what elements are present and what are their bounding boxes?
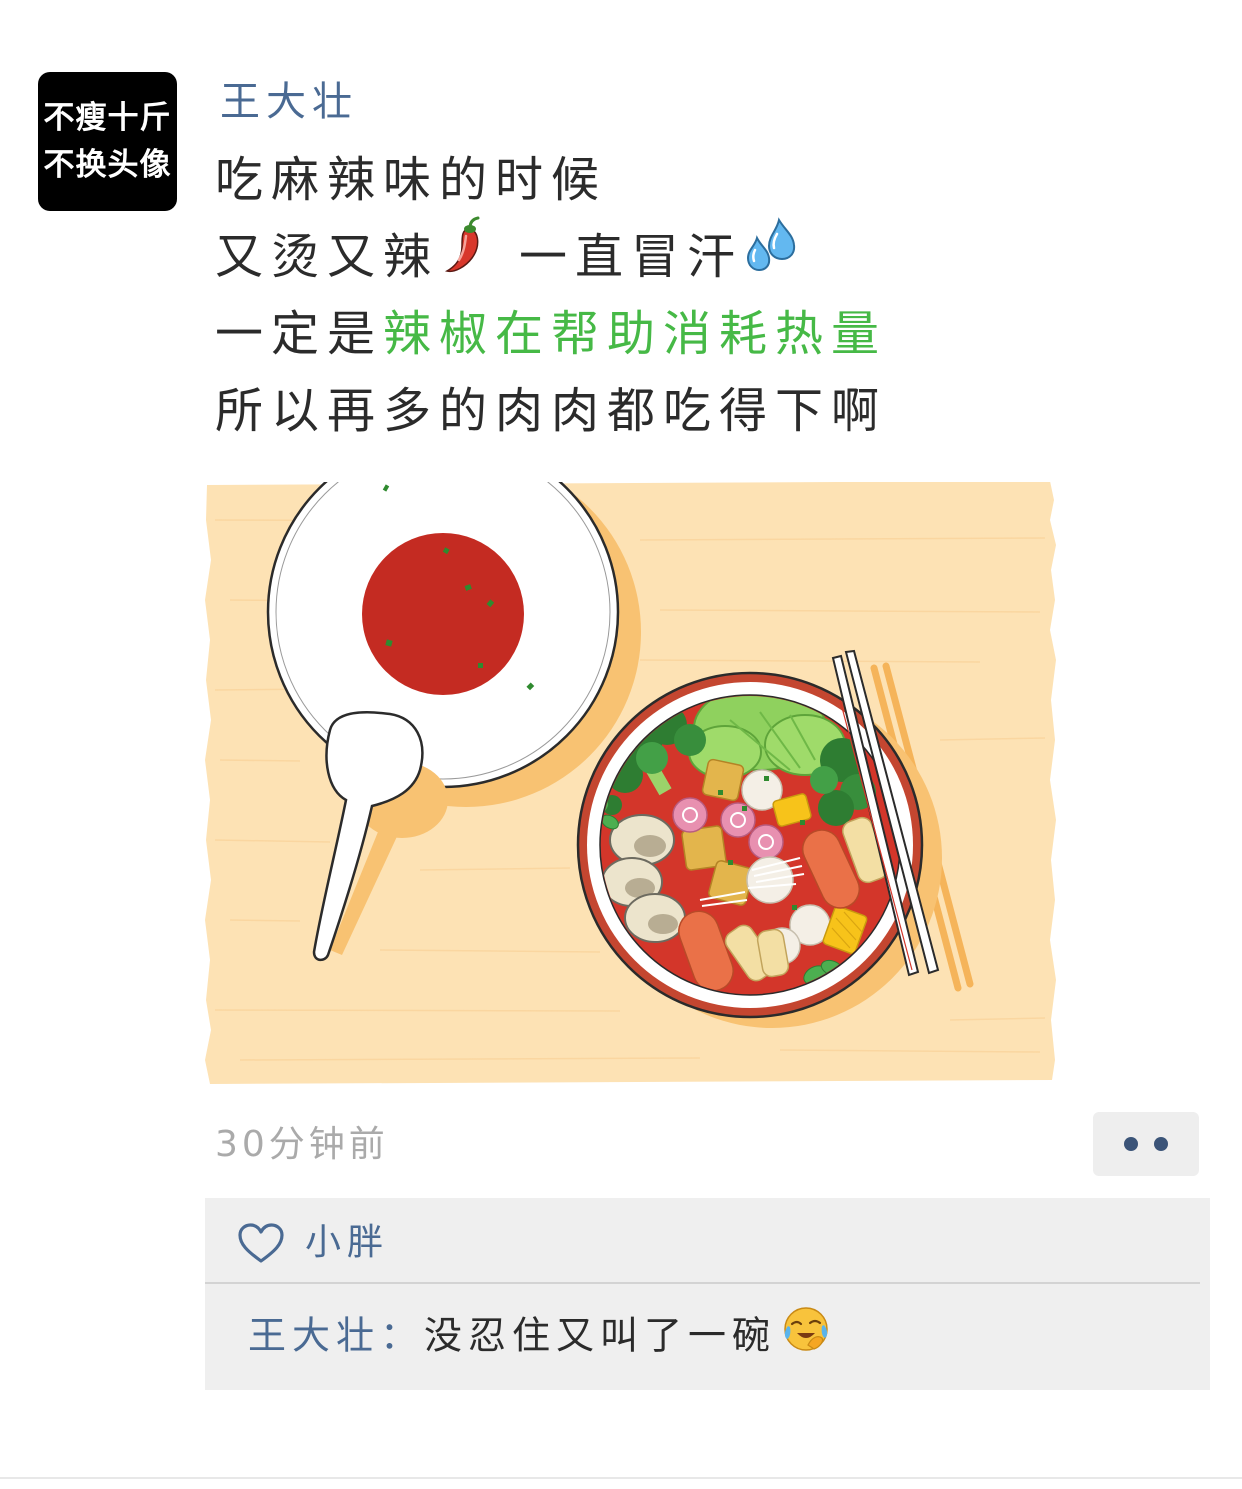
like-user-name[interactable]: 小胖 — [305, 1220, 389, 1266]
post-timestamp: 30分钟前 — [215, 1124, 389, 1165]
more-button[interactable] — [1093, 1112, 1199, 1176]
avatar[interactable]: 不瘦十斤 不换头像 — [38, 72, 177, 211]
divider — [205, 1282, 1200, 1284]
sweat-droplets-icon — [743, 216, 805, 297]
post-text-highlight: 辣椒在帮助消耗热量 — [383, 306, 888, 362]
post-text-segment: 又烫又辣 — [215, 229, 440, 285]
post-author-name[interactable]: 王大壮 — [220, 78, 358, 126]
post-image[interactable] — [205, 478, 1057, 1088]
feed-separator — [0, 1477, 1242, 1479]
avatar-text-line2: 不换头像 — [43, 146, 172, 183]
comment-author[interactable]: 王大壮 — [248, 1314, 380, 1358]
comment-separator: ： — [380, 1313, 425, 1358]
comment-text: 没忍住又叫了一碗 — [424, 1313, 777, 1358]
facepalm-crying-icon — [782, 1305, 830, 1365]
likes-row: 小胖 — [205, 1198, 1210, 1282]
more-dots-icon — [1154, 1137, 1168, 1151]
heart-outline-icon — [238, 1223, 284, 1263]
more-dots-icon — [1124, 1137, 1138, 1151]
post-text-line: 又烫又辣 一直冒汗 — [215, 216, 805, 297]
likes-comments-panel: 小胖 王大壮：没忍住又叫了一碗 — [205, 1198, 1210, 1390]
comment-item[interactable]: 王大壮：没忍住又叫了一碗 — [248, 1307, 830, 1358]
chili-pepper-icon — [439, 216, 487, 297]
post-text-segment: 吃麻辣味的时候 — [215, 152, 608, 208]
post-text-line: 所以再多的肉肉都吃得下啊 — [215, 373, 887, 450]
post-text-line: 一定是辣椒在帮助消耗热量 — [215, 296, 887, 373]
post-text-line: 吃麻辣味的时候 — [215, 142, 607, 219]
post-text-segment: 一定是 — [215, 306, 384, 362]
post-text-segment: 一直冒汗 — [519, 229, 744, 285]
avatar-text-line1: 不瘦十斤 — [43, 99, 172, 136]
post-text-segment: 所以再多的肉肉都吃得下啊 — [215, 383, 888, 439]
